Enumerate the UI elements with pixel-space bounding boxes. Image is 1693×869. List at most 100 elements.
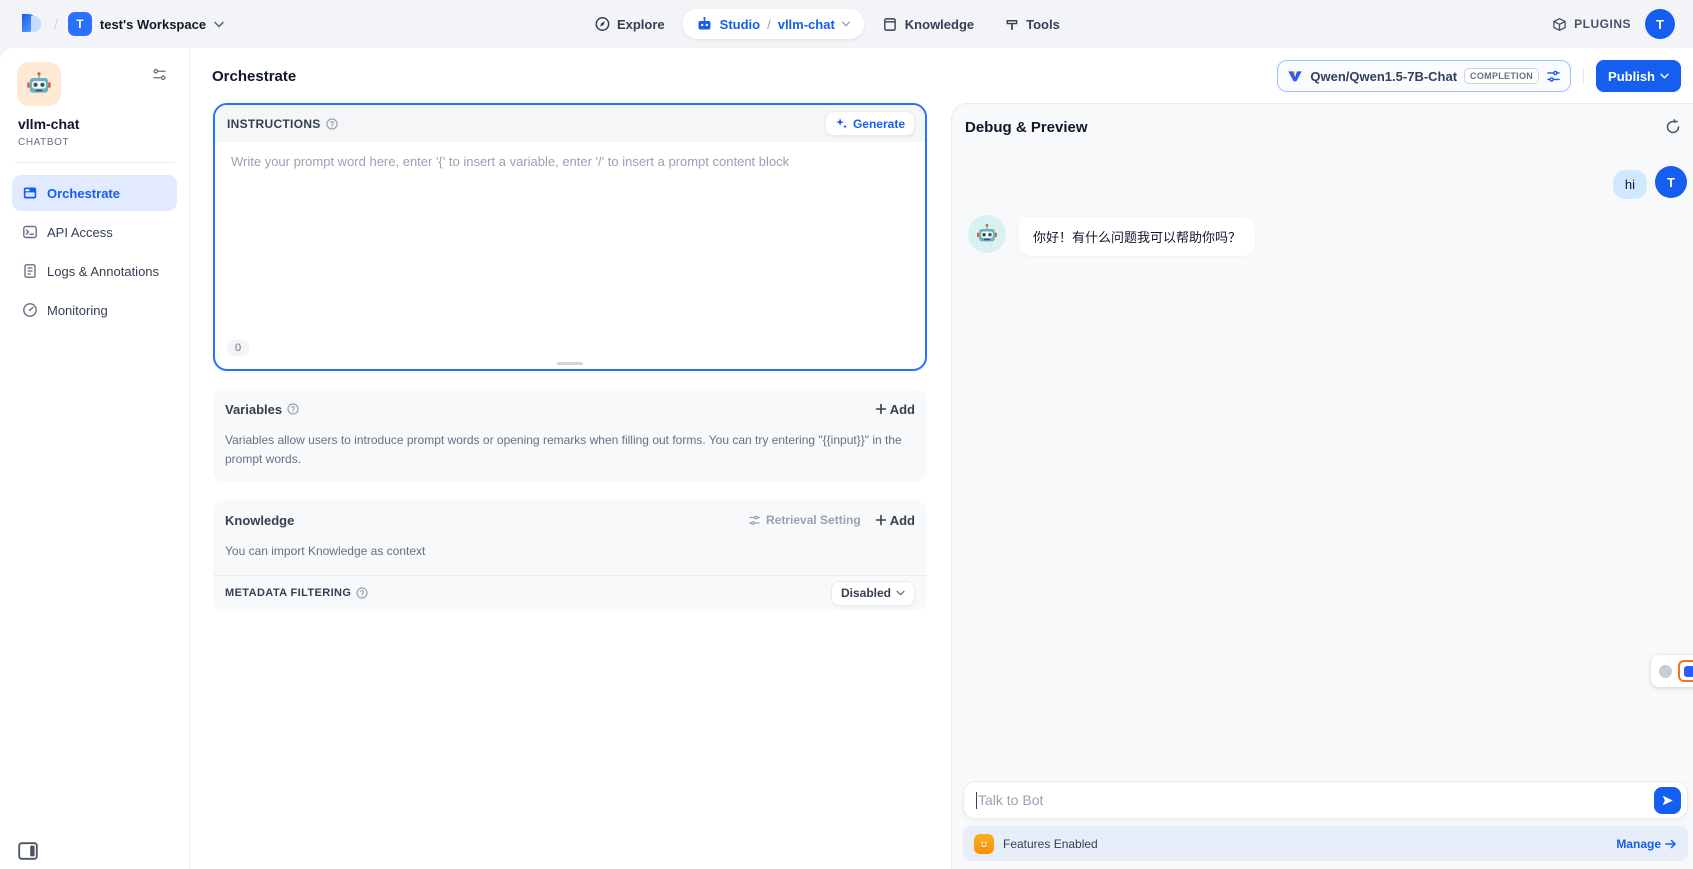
features-icon — [974, 834, 994, 854]
top-nav-bar: / T test's Workspace Explore Studio / vl… — [0, 0, 1693, 48]
studio-breadcrumb-separator: / — [767, 17, 771, 32]
gauge-icon — [22, 302, 38, 318]
variables-description: Variables allow users to introduce promp… — [213, 429, 927, 482]
add-knowledge-label: Add — [890, 513, 915, 528]
sidebar-item-label: Monitoring — [47, 303, 108, 318]
current-app-name: vllm-chat — [778, 17, 835, 32]
model-selector[interactable]: Qwen/Qwen1.5-7B-Chat COMPLETION — [1277, 60, 1571, 92]
chat-composer — [963, 781, 1688, 819]
manage-features-link[interactable]: Manage — [1616, 837, 1677, 851]
help-icon[interactable] — [326, 118, 338, 130]
nav-tools[interactable]: Tools — [992, 10, 1072, 39]
char-count: 0 — [227, 340, 249, 356]
add-knowledge-button[interactable]: Add — [875, 513, 915, 528]
vllm-logo-icon — [1287, 68, 1303, 84]
chevron-down-icon — [214, 21, 224, 28]
send-button[interactable] — [1654, 787, 1681, 814]
bot-chat-avatar — [968, 215, 1006, 253]
model-name: Qwen/Qwen1.5-7B-Chat — [1310, 69, 1457, 84]
debug-preview-panel: Debug & Preview hi T — [951, 103, 1693, 869]
retrieval-settings-icon — [748, 515, 761, 526]
sparkles-icon — [835, 117, 848, 130]
header-actions: Qwen/Qwen1.5-7B-Chat COMPLETION Publish — [1277, 60, 1681, 92]
metadata-filtering-row: METADATA FILTERING Disabled — [213, 575, 927, 611]
publish-label: Publish — [1608, 69, 1655, 84]
nav-explore-label: Explore — [617, 17, 665, 32]
hammer-icon — [1004, 17, 1019, 32]
resize-handle[interactable] — [557, 362, 583, 365]
plugins-button[interactable]: PLUGINS — [1552, 17, 1631, 32]
browser-extension-widget[interactable] — [1651, 655, 1693, 687]
prompt-editor[interactable] — [215, 142, 925, 332]
instructions-panel: INSTRUCTIONS Generate 0 — [213, 103, 927, 371]
knowledge-header: Knowledge Retrieval Setting Add — [213, 500, 927, 540]
layout-collapse-icon — [18, 842, 38, 860]
workspace-switcher[interactable]: T test's Workspace — [68, 12, 224, 36]
robot-icon — [697, 16, 713, 32]
nav-explore[interactable]: Explore — [582, 9, 677, 39]
retrieval-setting-button[interactable]: Retrieval Setting — [748, 513, 861, 527]
dify-logo-icon[interactable] — [18, 12, 44, 36]
metadata-filtering-title: METADATA FILTERING — [225, 587, 351, 599]
plugins-label: PLUGINS — [1574, 17, 1631, 31]
retrieval-setting-label: Retrieval Setting — [766, 513, 861, 527]
text-caret — [976, 792, 977, 809]
chevron-down-icon — [842, 21, 851, 27]
user-avatar[interactable]: T — [1645, 9, 1675, 39]
help-icon[interactable] — [356, 587, 368, 599]
sidebar-item-orchestrate[interactable]: Orchestrate — [12, 175, 177, 211]
model-mode-badge: COMPLETION — [1464, 68, 1539, 84]
main-nav: Explore Studio / vllm-chat Knowledge Too… — [582, 0, 1072, 48]
terminal-icon — [22, 224, 38, 240]
collapse-sidebar-button[interactable] — [18, 842, 38, 860]
app-settings-icon[interactable] — [152, 68, 167, 86]
model-parameters-icon[interactable] — [1546, 70, 1561, 83]
sidebar-item-monitoring[interactable]: Monitoring — [12, 292, 177, 328]
add-variable-label: Add — [890, 402, 915, 417]
knowledge-description: You can import Knowledge as context — [213, 540, 927, 575]
debug-title: Debug & Preview — [965, 119, 1088, 136]
metadata-filtering-value: Disabled — [841, 586, 891, 600]
paper-plane-icon — [1661, 794, 1674, 807]
sidebar-item-api-access[interactable]: API Access — [12, 214, 177, 250]
add-variable-button[interactable]: Add — [875, 402, 915, 417]
app-sidebar: vllm-chat CHATBOT Orchestrate API Access… — [0, 48, 190, 869]
variables-card: Variables Add Variables allow users to i… — [213, 389, 927, 482]
generate-button[interactable]: Generate — [825, 111, 915, 136]
chat-input[interactable] — [978, 792, 1654, 808]
sidebar-divider — [14, 162, 175, 163]
chat-message-user: hi T — [968, 166, 1687, 199]
sidebar-item-label: Orchestrate — [47, 186, 120, 201]
compass-icon — [594, 16, 610, 32]
refresh-icon — [1665, 119, 1681, 135]
metadata-filtering-dropdown[interactable]: Disabled — [831, 581, 915, 606]
nav-studio-active[interactable]: Studio / vllm-chat — [683, 9, 865, 39]
robot-emoji-icon — [976, 223, 998, 245]
user-message-bubble: hi — [1613, 170, 1647, 199]
sidebar-item-label: API Access — [47, 225, 113, 240]
help-icon[interactable] — [287, 403, 299, 415]
extension-dot-icon — [1659, 665, 1672, 678]
publish-button[interactable]: Publish — [1596, 60, 1681, 92]
restart-conversation-button[interactable] — [1663, 117, 1683, 137]
knowledge-title: Knowledge — [225, 513, 294, 528]
sidebar-item-logs-annotations[interactable]: Logs & Annotations — [12, 253, 177, 289]
nav-knowledge[interactable]: Knowledge — [871, 10, 986, 39]
orchestrate-icon — [22, 185, 38, 201]
extension-badge-icon — [1678, 660, 1693, 682]
app-name: vllm-chat — [18, 116, 177, 132]
document-icon — [22, 263, 38, 279]
top-nav-right: PLUGINS T — [1552, 9, 1675, 39]
features-enabled-label: Features Enabled — [1003, 837, 1098, 851]
package-icon — [1552, 17, 1567, 32]
sidebar-item-label: Logs & Annotations — [47, 264, 159, 279]
bot-message-bubble: 你好！有什么问题我可以帮助你吗？ — [1019, 217, 1255, 256]
main-area: Orchestrate Qwen/Qwen1.5-7B-Chat COMPLET… — [190, 48, 1693, 869]
breadcrumb-separator: / — [54, 16, 58, 32]
content-sheet: vllm-chat CHATBOT Orchestrate API Access… — [0, 48, 1693, 869]
book-icon — [883, 17, 898, 32]
nav-tools-label: Tools — [1026, 17, 1060, 32]
features-bar: Features Enabled Manage — [963, 826, 1688, 861]
instructions-title: INSTRUCTIONS — [227, 117, 321, 131]
debug-header: Debug & Preview — [952, 104, 1693, 137]
